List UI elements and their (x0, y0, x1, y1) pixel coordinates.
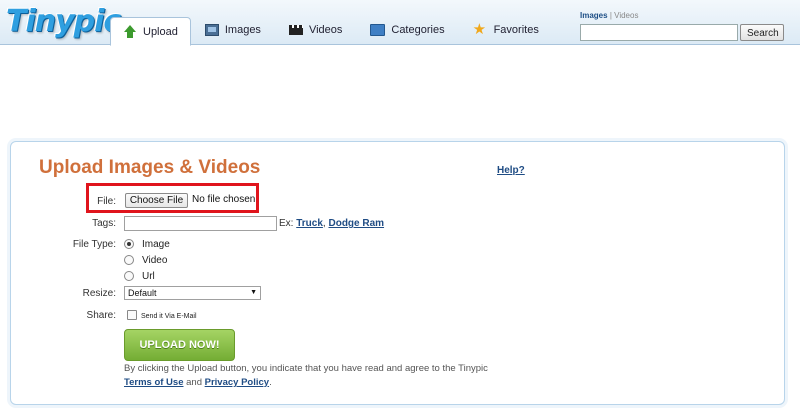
file-type-video-option[interactable]: Video (124, 254, 167, 266)
file-type-label: File Type: (72, 239, 116, 250)
page-title: Upload Images & Videos (39, 157, 261, 178)
file-type-video-radio[interactable] (124, 255, 134, 265)
file-type-url-option[interactable]: Url (124, 270, 155, 282)
file-type-image-option[interactable]: Image (124, 238, 170, 250)
agreement-sentence: By clicking the Upload button, you indic… (124, 363, 488, 374)
videos-icon (288, 25, 303, 35)
tags-example: Ex: Truck, Dodge Ram (279, 218, 384, 229)
tab-categories-label: Categories (391, 24, 445, 36)
file-label: File: (97, 196, 116, 207)
tags-example-separator: , (322, 218, 326, 229)
terms-of-use-link[interactable]: Terms of Use (124, 377, 183, 388)
file-type-image-label: Image (142, 238, 170, 250)
tab-upload-label: Upload (143, 25, 178, 38)
agreement-period: . (269, 377, 272, 388)
tags-label: Tags: (92, 218, 116, 229)
tab-upload[interactable]: Upload (110, 17, 191, 46)
favorites-star-icon: ★ (472, 21, 487, 38)
choose-file-button[interactable]: Choose File (125, 193, 188, 208)
file-type-video-label: Video (142, 254, 168, 266)
no-file-chosen-text: No file chosen (192, 194, 256, 205)
share-email-label: Send it Via E-Mail (141, 313, 197, 320)
tags-example-truck-link[interactable]: Truck (296, 218, 323, 229)
share-email-checkbox[interactable] (127, 310, 137, 320)
main-nav-tabs: Upload Images Videos Categories ★ Favori… (110, 17, 553, 46)
tab-videos[interactable]: Videos (275, 17, 356, 43)
images-icon (204, 24, 219, 36)
upload-arrow-icon (123, 24, 137, 39)
tags-example-prefix: Ex: (279, 218, 294, 229)
search-scope-separator: | (609, 11, 612, 20)
search-scope-links: Images | Videos (580, 11, 638, 20)
site-header: Tinypic Upload Images Videos Categories … (0, 0, 800, 46)
search-input[interactable] (580, 24, 738, 41)
tab-favorites-label: Favorites (493, 24, 539, 36)
file-type-url-radio[interactable] (124, 271, 134, 281)
tab-categories[interactable]: Categories (356, 17, 458, 43)
file-type-image-radio[interactable] (124, 239, 134, 249)
tinypic-logo[interactable]: Tinypic (6, 2, 121, 42)
search-button[interactable]: Search (740, 24, 784, 41)
resize-label: Resize: (82, 288, 116, 299)
tags-example-dodge-ram-link[interactable]: Dodge Ram (328, 218, 384, 229)
privacy-policy-link[interactable]: Privacy Policy (205, 377, 269, 388)
terms-agreement-text: By clicking the Upload button, you indic… (124, 362, 488, 390)
resize-selected-value: Default (128, 288, 157, 298)
chevron-down-icon: ▼ (250, 289, 257, 296)
categories-folder-icon (370, 24, 386, 36)
search-scope-images[interactable]: Images (580, 11, 608, 20)
file-type-url-label: Url (142, 270, 155, 282)
upload-now-button[interactable]: UPLOAD NOW! (124, 329, 235, 361)
tags-input[interactable] (124, 216, 277, 231)
tab-favorites[interactable]: ★ Favorites (459, 17, 553, 43)
help-link[interactable]: Help? (497, 165, 525, 176)
agreement-and: and (186, 377, 202, 388)
tab-videos-label: Videos (308, 24, 343, 36)
share-label: Share: (86, 310, 116, 321)
tab-images[interactable]: Images (191, 17, 275, 43)
search-scope-videos[interactable]: Videos (614, 11, 638, 20)
tab-images-label: Images (224, 24, 261, 36)
resize-select[interactable]: Default ▼ (124, 286, 261, 300)
